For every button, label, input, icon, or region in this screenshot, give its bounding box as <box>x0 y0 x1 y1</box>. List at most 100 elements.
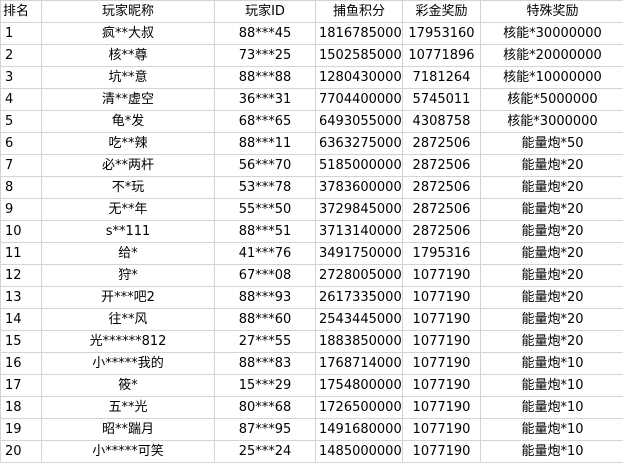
cell-rank[interactable]: 2 <box>0 44 42 67</box>
cell-fish-points[interactable]: 1768714000 <box>315 352 403 375</box>
cell-nickname[interactable]: s**111 <box>41 220 215 243</box>
cell-player-id[interactable]: 88***11 <box>214 132 316 155</box>
cell-jackpot[interactable]: 1077190 <box>402 308 481 331</box>
cell-nickname[interactable]: 筱* <box>41 374 215 397</box>
cell-fish-points[interactable]: 2728005000 <box>315 264 403 287</box>
cell-nickname[interactable]: 光******812 <box>41 330 215 353</box>
header-jackpot[interactable]: 彩金奖励 <box>402 0 481 23</box>
cell-rank[interactable]: 14 <box>0 308 42 331</box>
cell-rank[interactable]: 16 <box>0 352 42 375</box>
cell-nickname[interactable]: 坑**意 <box>41 66 215 89</box>
cell-special-reward[interactable]: 核能*3000000 <box>480 110 623 133</box>
cell-player-id[interactable]: 88***60 <box>214 308 316 331</box>
cell-special-reward[interactable]: 能量炮*20 <box>480 264 623 287</box>
cell-jackpot[interactable]: 2872506 <box>402 154 481 177</box>
cell-special-reward[interactable]: 能量炮*20 <box>480 154 623 177</box>
cell-nickname[interactable]: 狩* <box>41 264 215 287</box>
cell-nickname[interactable]: 不*玩 <box>41 176 215 199</box>
cell-special-reward[interactable]: 能量炮*20 <box>480 308 623 331</box>
cell-player-id[interactable]: 36***31 <box>214 88 316 111</box>
cell-rank[interactable]: 6 <box>0 132 42 155</box>
cell-fish-points[interactable]: 3491750000 <box>315 242 403 265</box>
cell-player-id[interactable]: 88***45 <box>214 22 316 45</box>
cell-player-id[interactable]: 56***70 <box>214 154 316 177</box>
cell-nickname[interactable]: 核**尊 <box>41 44 215 67</box>
cell-jackpot[interactable]: 7181264 <box>402 66 481 89</box>
cell-jackpot[interactable]: 1077190 <box>402 352 481 375</box>
cell-player-id[interactable]: 25***24 <box>214 440 316 463</box>
cell-special-reward[interactable]: 能量炮*10 <box>480 440 623 463</box>
cell-fish-points[interactable]: 2543445000 <box>315 308 403 331</box>
cell-fish-points[interactable]: 6363275000 <box>315 132 403 155</box>
cell-player-id[interactable]: 15***29 <box>214 374 316 397</box>
cell-fish-points[interactable]: 5185000000 <box>315 154 403 177</box>
cell-jackpot[interactable]: 1077190 <box>402 440 481 463</box>
cell-player-id[interactable]: 88***83 <box>214 352 316 375</box>
cell-rank[interactable]: 12 <box>0 264 42 287</box>
cell-fish-points[interactable]: 15025850000 <box>315 44 403 67</box>
cell-player-id[interactable]: 73***25 <box>214 44 316 67</box>
cell-fish-points[interactable]: 3783600000 <box>315 176 403 199</box>
cell-special-reward[interactable]: 能量炮*10 <box>480 374 623 397</box>
cell-nickname[interactable]: 给* <box>41 242 215 265</box>
cell-nickname[interactable]: 开***吧2 <box>41 286 215 309</box>
header-fish-points[interactable]: 捕鱼积分 <box>315 0 403 23</box>
cell-jackpot[interactable]: 1077190 <box>402 264 481 287</box>
cell-fish-points[interactable]: 1491680000 <box>315 418 403 441</box>
cell-nickname[interactable]: 龟*发 <box>41 110 215 133</box>
cell-nickname[interactable]: 疯**大叔 <box>41 22 215 45</box>
cell-rank[interactable]: 9 <box>0 198 42 221</box>
cell-jackpot[interactable]: 1077190 <box>402 286 481 309</box>
cell-fish-points[interactable]: 1726500000 <box>315 396 403 419</box>
cell-fish-points[interactable]: 2617335000 <box>315 286 403 309</box>
cell-fish-points[interactable]: 1883850000 <box>315 330 403 353</box>
cell-nickname[interactable]: 必**两杆 <box>41 154 215 177</box>
cell-fish-points[interactable]: 1485000000 <box>315 440 403 463</box>
cell-player-id[interactable]: 80***68 <box>214 396 316 419</box>
cell-nickname[interactable]: 无**年 <box>41 198 215 221</box>
cell-player-id[interactable]: 88***88 <box>214 66 316 89</box>
cell-nickname[interactable]: 昭**踹月 <box>41 418 215 441</box>
cell-rank[interactable]: 18 <box>0 396 42 419</box>
cell-player-id[interactable]: 27***55 <box>214 330 316 353</box>
cell-rank[interactable]: 7 <box>0 154 42 177</box>
cell-jackpot[interactable]: 10771896 <box>402 44 481 67</box>
cell-special-reward[interactable]: 核能*20000000 <box>480 44 623 67</box>
cell-player-id[interactable]: 88***51 <box>214 220 316 243</box>
cell-rank[interactable]: 3 <box>0 66 42 89</box>
cell-player-id[interactable]: 53***78 <box>214 176 316 199</box>
cell-rank[interactable]: 19 <box>0 418 42 441</box>
cell-jackpot[interactable]: 2872506 <box>402 132 481 155</box>
cell-special-reward[interactable]: 能量炮*20 <box>480 198 623 221</box>
cell-special-reward[interactable]: 能量炮*20 <box>480 330 623 353</box>
cell-special-reward[interactable]: 能量炮*10 <box>480 418 623 441</box>
cell-player-id[interactable]: 87***95 <box>214 418 316 441</box>
cell-special-reward[interactable]: 能量炮*20 <box>480 220 623 243</box>
cell-fish-points[interactable]: 6493055000 <box>315 110 403 133</box>
cell-special-reward[interactable]: 核能*30000000 <box>480 22 623 45</box>
cell-special-reward[interactable]: 能量炮*20 <box>480 286 623 309</box>
cell-rank[interactable]: 1 <box>0 22 42 45</box>
cell-rank[interactable]: 17 <box>0 374 42 397</box>
cell-fish-points[interactable]: 3729845000 <box>315 198 403 221</box>
cell-player-id[interactable]: 88***93 <box>214 286 316 309</box>
cell-rank[interactable]: 5 <box>0 110 42 133</box>
cell-special-reward[interactable]: 能量炮*50 <box>480 132 623 155</box>
cell-fish-points[interactable]: 18167850000 <box>315 22 403 45</box>
cell-jackpot[interactable]: 1077190 <box>402 330 481 353</box>
header-nickname[interactable]: 玩家昵称 <box>41 0 215 23</box>
cell-nickname[interactable]: 往**风 <box>41 308 215 331</box>
cell-rank[interactable]: 10 <box>0 220 42 243</box>
cell-jackpot[interactable]: 1795316 <box>402 242 481 265</box>
cell-special-reward[interactable]: 能量炮*10 <box>480 352 623 375</box>
cell-jackpot[interactable]: 5745011 <box>402 88 481 111</box>
cell-fish-points[interactable]: 3713140000 <box>315 220 403 243</box>
cell-jackpot[interactable]: 2872506 <box>402 176 481 199</box>
cell-rank[interactable]: 15 <box>0 330 42 353</box>
cell-rank[interactable]: 4 <box>0 88 42 111</box>
cell-rank[interactable]: 13 <box>0 286 42 309</box>
cell-special-reward[interactable]: 能量炮*20 <box>480 242 623 265</box>
cell-player-id[interactable]: 67***08 <box>214 264 316 287</box>
cell-special-reward[interactable]: 能量炮*10 <box>480 396 623 419</box>
cell-nickname[interactable]: 清**虚空 <box>41 88 215 111</box>
